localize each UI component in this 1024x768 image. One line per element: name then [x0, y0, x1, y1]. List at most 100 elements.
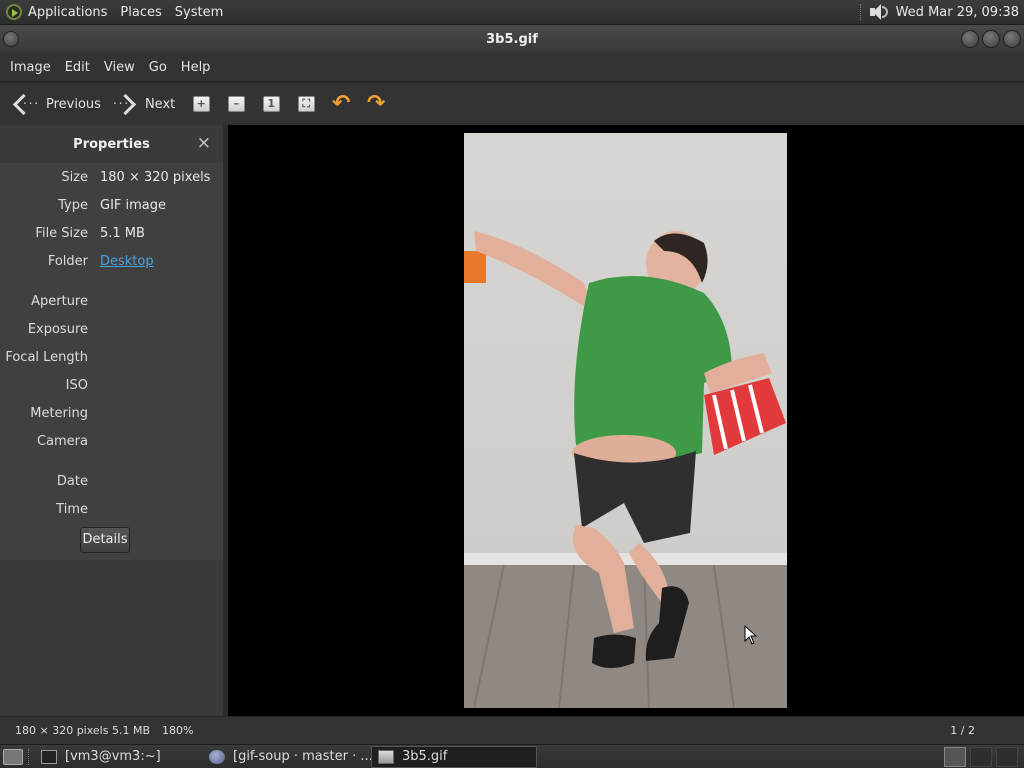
zoom-fit-button[interactable]: ⛶ [291, 88, 321, 120]
zoom-fit-icon: ⛶ [297, 96, 315, 112]
window-menu-button[interactable] [3, 31, 19, 47]
zoom-out-icon: – [227, 96, 245, 112]
volume-icon[interactable] [868, 2, 888, 22]
property-key: Size [61, 169, 88, 185]
zoom-normal-button[interactable]: 1 [256, 88, 286, 120]
property-key: Camera [36, 433, 88, 449]
zoom-normal-icon: 1 [262, 96, 280, 112]
property-row-aperture: Aperture [0, 287, 223, 315]
toolbar: Previous Next + – 1 ⛶ ↶ ↷ [0, 83, 1024, 125]
close-sidebar-icon[interactable]: × [197, 134, 211, 152]
rotate-right-button[interactable]: ↷ [361, 88, 391, 120]
close-window-button[interactable] [1003, 30, 1021, 48]
task-label: [gif-soup · master · ... [233, 749, 371, 764]
image-view[interactable] [228, 125, 1024, 716]
menu-help[interactable]: Help [174, 53, 218, 82]
properties-sidebar: Properties × Size 180 × 320 pixels Type … [0, 125, 223, 716]
properties-list: Size 180 × 320 pixels Type GIF image Fil… [0, 163, 223, 560]
system-menu-label: System [174, 4, 224, 20]
clock[interactable]: Wed Mar 29, 09:38 [896, 5, 1024, 20]
property-key: Time [56, 501, 88, 517]
status-image-info: 180 × 320 pixels 5.1 MB [15, 724, 150, 737]
property-key: Focal Length [5, 349, 88, 365]
system-menu[interactable]: System [169, 0, 230, 25]
window-titlebar[interactable]: 3b5.gif [0, 25, 1024, 53]
panel-separator [859, 4, 862, 20]
menu-go[interactable]: Go [142, 53, 174, 82]
property-row-focal-length: Focal Length [0, 343, 223, 371]
property-key: Metering [30, 405, 88, 421]
workspace-2[interactable] [970, 746, 992, 767]
menu-edit[interactable]: Edit [58, 53, 97, 82]
image-viewer-icon [378, 749, 394, 764]
photo-illustration [464, 231, 787, 708]
property-row-camera: Camera [0, 427, 223, 455]
property-row-folder: Folder Desktop [0, 247, 223, 275]
rotate-left-icon: ↶ [332, 91, 351, 116]
zoom-in-icon: + [192, 96, 210, 112]
property-key: Date [56, 473, 88, 489]
property-row-metering: Metering [0, 399, 223, 427]
arrow-right-icon [113, 93, 137, 114]
applications-menu-label: Applications [28, 4, 108, 20]
property-value: GIF image [100, 197, 167, 213]
top-panel: Applications Places System Wed Mar 29, 0… [0, 0, 1024, 25]
arrow-left-icon [14, 93, 38, 114]
task-browser[interactable]: [gif-soup · master · ... [203, 746, 371, 768]
task-terminal[interactable]: [vm3@vm3:~] [35, 746, 203, 768]
task-label: [vm3@vm3:~] [65, 749, 161, 764]
menu-image[interactable]: Image [3, 53, 58, 82]
property-value: 180 × 320 pixels [100, 169, 211, 185]
zoom-in-button[interactable]: + [186, 88, 216, 120]
show-desktop-icon[interactable] [3, 748, 23, 765]
terminal-icon [41, 749, 57, 764]
property-key: Exposure [27, 321, 88, 337]
mouse-cursor-icon [744, 625, 758, 645]
next-button[interactable]: Next [107, 88, 181, 120]
distro-logo-icon [6, 4, 22, 20]
previous-button-label: Previous [46, 96, 101, 112]
sidebar-title: Properties [73, 136, 150, 152]
status-zoom: 180% [162, 724, 194, 737]
task-image-viewer[interactable]: 3b5.gif [371, 745, 537, 768]
property-key: File Size [35, 225, 88, 241]
property-row-size: Size 180 × 320 pixels [0, 163, 223, 191]
rotate-right-icon: ↷ [367, 91, 386, 116]
applications-menu[interactable]: Applications [0, 0, 114, 25]
workspace-3[interactable] [996, 746, 1018, 767]
property-key: Folder [47, 253, 88, 269]
status-page-counter: 1 / 2 [950, 724, 975, 737]
workspace-switcher [944, 746, 1018, 767]
property-key: Type [58, 197, 88, 213]
menubar: Image Edit View Go Help [0, 53, 1024, 82]
globe-icon [209, 749, 225, 764]
folder-link[interactable]: Desktop [100, 254, 154, 269]
statusbar: 180 × 320 pixels 5.1 MB 180% 1 / 2 [0, 716, 1024, 744]
sidebar-header: Properties × [0, 125, 223, 163]
task-label: 3b5.gif [402, 749, 448, 764]
property-key: ISO [65, 377, 88, 393]
workspace-1[interactable] [944, 746, 966, 767]
maximize-button[interactable] [982, 30, 1000, 48]
property-row-time: Time [0, 495, 223, 523]
menu-view[interactable]: View [97, 53, 142, 82]
next-button-label: Next [144, 96, 176, 112]
zoom-out-button[interactable]: – [221, 88, 251, 120]
places-menu-label: Places [120, 4, 162, 20]
property-row-type: Type GIF image [0, 191, 223, 219]
displayed-image [464, 133, 787, 708]
minimize-button[interactable] [961, 30, 979, 48]
window-title: 3b5.gif [486, 31, 538, 47]
previous-button[interactable]: Previous [8, 88, 107, 120]
details-button[interactable]: Details [80, 527, 130, 553]
property-row-exposure: Exposure [0, 315, 223, 343]
taskbar-separator [28, 748, 30, 765]
property-row-iso: ISO [0, 371, 223, 399]
places-menu[interactable]: Places [114, 0, 168, 25]
property-row-date: Date [0, 467, 223, 495]
property-row-file-size: File Size 5.1 MB [0, 219, 223, 247]
bottom-taskbar: [vm3@vm3:~] [gif-soup · master · ... 3b5… [0, 744, 1024, 768]
rotate-left-button[interactable]: ↶ [326, 88, 356, 120]
property-value: 5.1 MB [100, 225, 145, 241]
property-key: Aperture [31, 293, 88, 309]
